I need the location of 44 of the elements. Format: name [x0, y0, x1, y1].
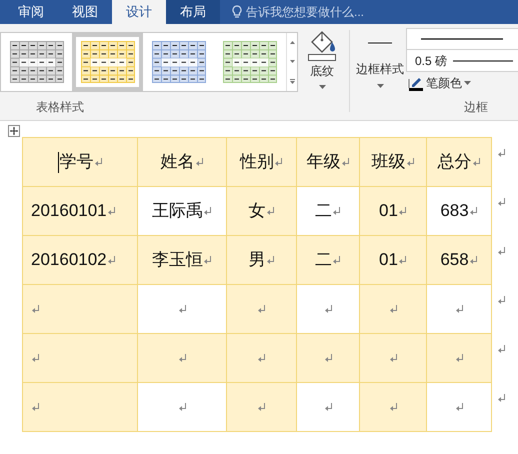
header-text: 总分	[438, 152, 472, 172]
caret-icon	[318, 85, 326, 89]
shading-button[interactable]: 底纹	[304, 24, 340, 89]
cell-text: 01	[379, 250, 398, 270]
cell-text: 20160102	[31, 250, 107, 270]
header-text: 班级	[372, 152, 406, 172]
line-weight-icon	[453, 58, 514, 62]
line-weight-dropdown[interactable]: 0.5 磅	[406, 50, 518, 72]
pen-color-button[interactable]: 笔颜色	[406, 72, 518, 92]
lightbulb-icon	[232, 5, 242, 19]
table-move-handle-icon[interactable]	[8, 125, 20, 137]
cell-text: 658	[440, 250, 469, 270]
cell-text: 女	[248, 201, 266, 220]
line-style-dropdown[interactable]	[406, 28, 518, 50]
cell-text: 男	[248, 250, 266, 270]
table-style-thumbnail	[80, 41, 134, 83]
table-style-thumbnail	[10, 41, 64, 83]
ribbon-tab[interactable]: 布局	[166, 0, 220, 24]
down-arrow-icon	[290, 60, 294, 64]
border-styles-button[interactable]: 边框样式	[354, 24, 406, 92]
ribbon-tab[interactable]: 审阅	[4, 0, 58, 24]
group-label: 表格样式	[35, 100, 85, 116]
header-text: 姓名	[160, 152, 194, 172]
cell-text: 20160101	[31, 201, 107, 220]
cell-text: 二	[315, 201, 332, 220]
group-label: 边框	[463, 100, 489, 116]
table-style-thumbnail	[222, 41, 276, 83]
table-style-thumbnail	[152, 41, 206, 83]
up-arrow-icon	[290, 41, 294, 44]
caret-icon	[376, 84, 384, 88]
cell-text: 李玉恒	[152, 250, 203, 270]
expand-icon	[290, 78, 294, 84]
ribbon-tab[interactable]: 设计	[112, 0, 166, 24]
cell-text: 01	[379, 201, 398, 220]
header-text: 性别	[240, 152, 274, 172]
cell-text: 王际禹	[152, 201, 203, 220]
ribbon-tab[interactable]: 视图	[58, 0, 112, 24]
header-text: 年级	[306, 152, 340, 172]
header-text: 学号	[60, 152, 94, 172]
table-style-option[interactable]	[72, 33, 143, 91]
caret-icon	[464, 81, 471, 85]
cell-text: 二	[315, 250, 332, 270]
pen-icon	[408, 75, 424, 91]
cell-text: 683	[440, 201, 469, 220]
